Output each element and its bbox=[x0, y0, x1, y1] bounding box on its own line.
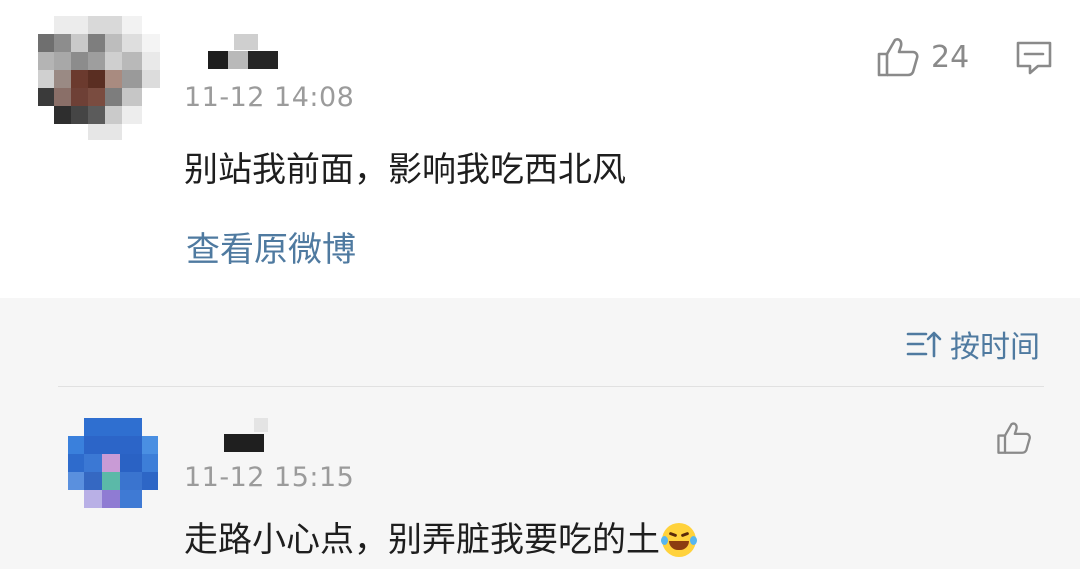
post-timestamp: 11-12 14:08 bbox=[184, 82, 355, 113]
divider bbox=[58, 386, 1044, 387]
avatar[interactable] bbox=[68, 418, 158, 508]
username-redacted[interactable] bbox=[224, 418, 272, 454]
reply-text-content: 走路小心点，别弄脏我要吃的土 bbox=[184, 520, 660, 560]
comment-icon[interactable] bbox=[1015, 40, 1053, 76]
post-text: 别站我前面，影响我吃西北风 bbox=[184, 150, 626, 190]
sort-label: 按时间 bbox=[950, 330, 1040, 365]
view-original-link[interactable]: 查看原微博 bbox=[186, 222, 356, 271]
username-redacted[interactable] bbox=[208, 34, 284, 72]
laughing-crying-emoji-icon bbox=[661, 523, 697, 557]
thumbs-up-icon[interactable] bbox=[876, 36, 920, 78]
post-card: 11-12 14:08 别站我前面，影响我吃西北风 查看原微博 24 bbox=[0, 0, 1080, 298]
sort-by-time-button[interactable]: 按时间 bbox=[906, 322, 1040, 366]
avatar[interactable] bbox=[38, 16, 160, 140]
sort-icon bbox=[906, 331, 942, 358]
reply-text: 走路小心点，别弄脏我要吃的土 bbox=[184, 512, 697, 561]
reply-timestamp: 11-12 15:15 bbox=[184, 462, 355, 493]
like-count: 24 bbox=[931, 40, 970, 75]
thumbs-up-icon[interactable] bbox=[996, 420, 1032, 456]
